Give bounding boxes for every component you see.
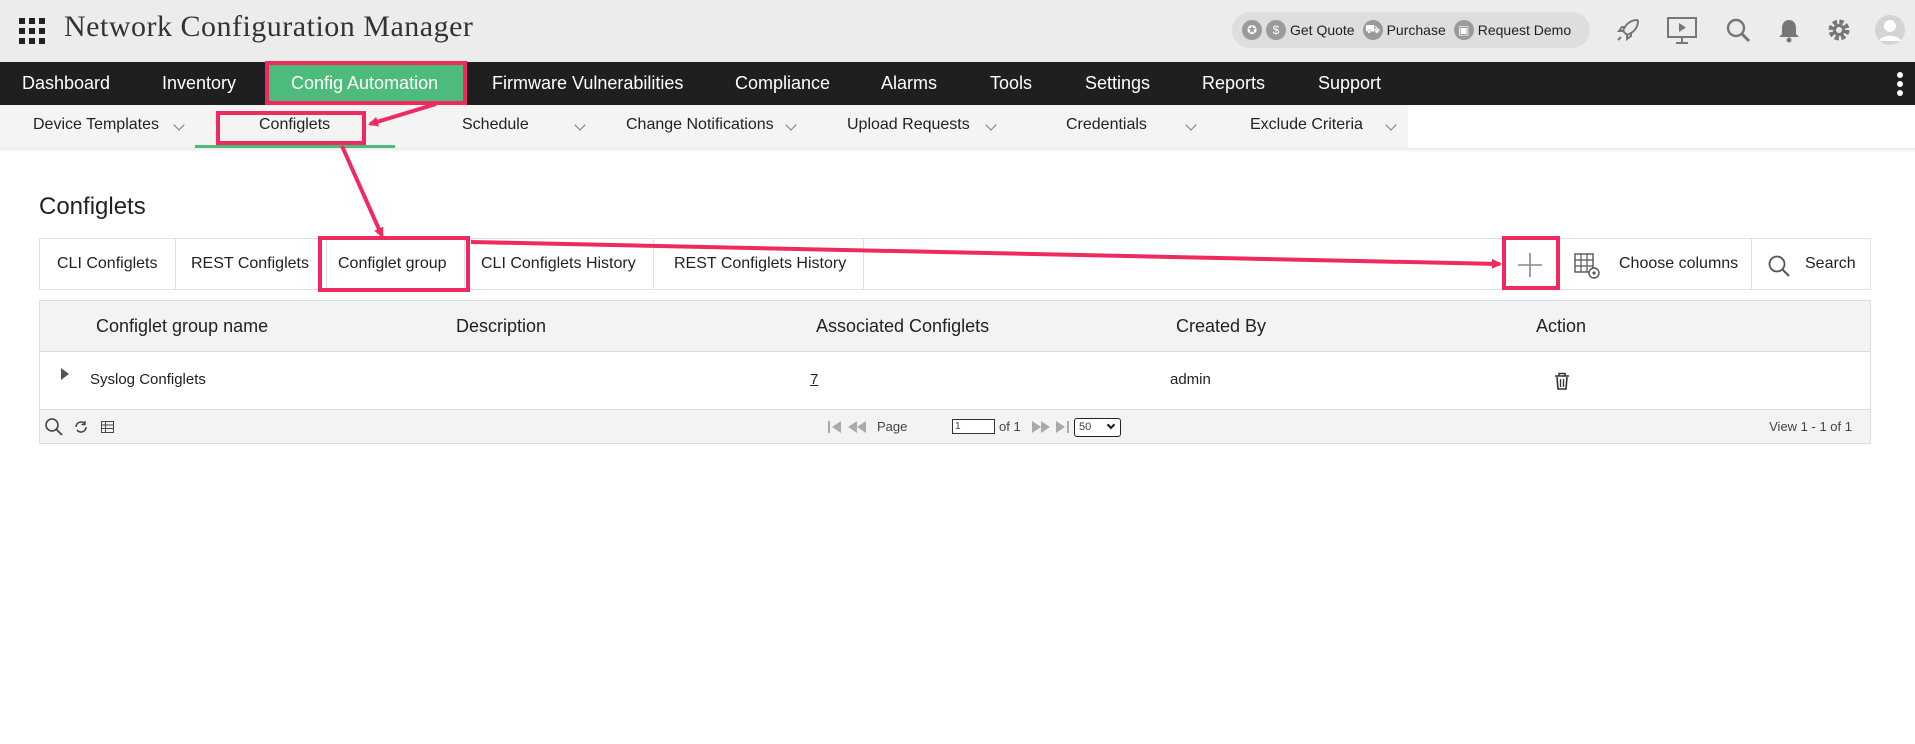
arrow-to-configlets xyxy=(368,102,437,127)
arrow-to-configlet-group xyxy=(340,145,384,238)
arrow-to-add-button xyxy=(470,240,1502,269)
annotation-arrows xyxy=(340,102,1502,269)
